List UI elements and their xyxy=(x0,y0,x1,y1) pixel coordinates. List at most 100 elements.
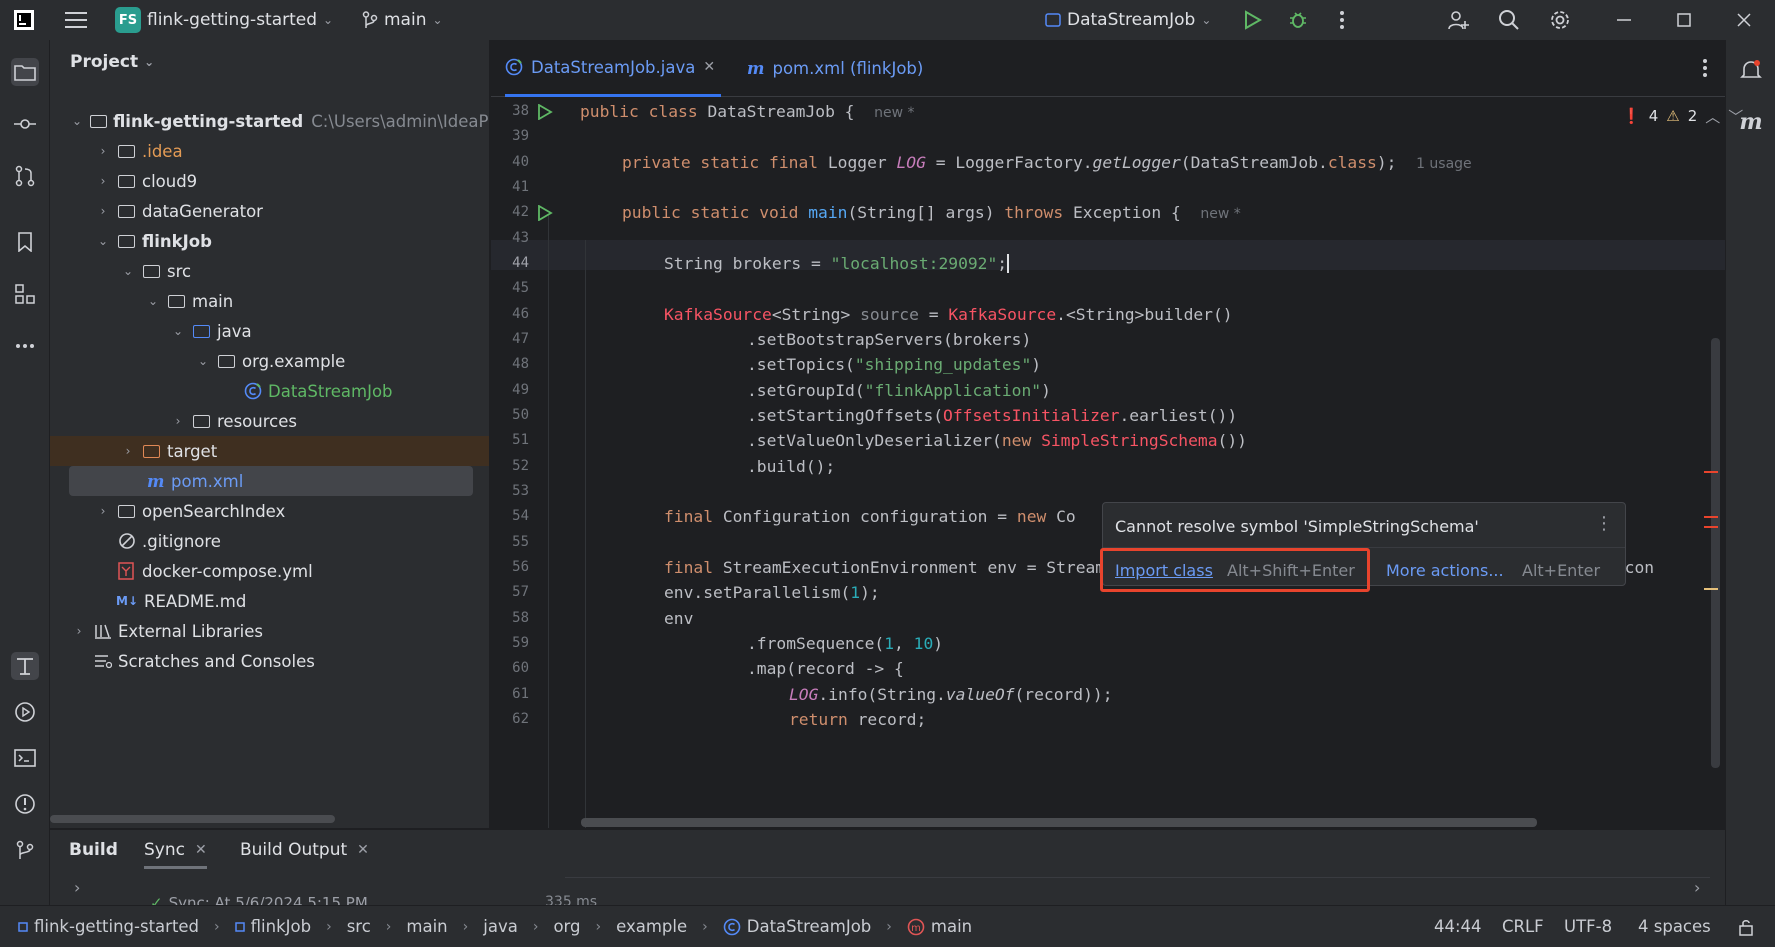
line-number: 47 xyxy=(512,331,529,347)
tabs-more-icon[interactable] xyxy=(1691,54,1719,82)
tab-pom-xml[interactable]: m pom.xml (flinkJob) xyxy=(747,40,923,97)
breadcrumb-item[interactable]: java xyxy=(483,917,518,936)
commit-tool-icon[interactable] xyxy=(11,110,39,138)
bookmarks-icon[interactable] xyxy=(11,228,39,256)
tree-item-org-example[interactable]: ⌄ org.example xyxy=(50,346,489,376)
file-encoding[interactable]: UTF-8 xyxy=(1564,917,1612,936)
close-tab-icon[interactable]: ✕ xyxy=(195,842,207,858)
code-line: LOG.info(String.valueOf(record)); xyxy=(789,685,1113,704)
run-icon[interactable] xyxy=(1239,6,1267,34)
breadcrumb-item[interactable]: src xyxy=(347,917,371,936)
line-number: 57 xyxy=(512,584,529,600)
more-actions-link[interactable]: More actions... xyxy=(1386,561,1504,580)
minimize-icon[interactable] xyxy=(1610,6,1638,34)
services-icon[interactable] xyxy=(11,698,39,726)
breadcrumb-item[interactable]: main xyxy=(406,917,447,936)
tree-item-resources[interactable]: › resources xyxy=(50,406,489,436)
run-config-selector[interactable]: DataStreamJob ⌄ xyxy=(1045,0,1211,40)
tree-item-label: org.example xyxy=(242,351,346,371)
notifications-bell-icon[interactable] xyxy=(1737,56,1765,84)
tree-item-main[interactable]: ⌄ main xyxy=(50,286,489,316)
problems-icon[interactable] xyxy=(11,790,39,818)
tab-build-output[interactable]: Build Output ✕ xyxy=(240,840,369,860)
chevron-down-icon[interactable]: ﹀ xyxy=(1728,106,1743,127)
line-number: 54 xyxy=(512,508,529,524)
close-tab-icon[interactable]: ✕ xyxy=(357,842,369,858)
tab-label: Sync xyxy=(144,840,185,860)
scratches-icon xyxy=(94,653,112,669)
chevron-right-icon[interactable]: › xyxy=(1694,878,1700,897)
sync-status-line[interactable]: ✓ Sync: At 5/6/2024 5:15 PM xyxy=(150,894,368,905)
tree-item-idea[interactable]: › .idea xyxy=(50,136,489,166)
breadcrumb-item[interactable]: m main xyxy=(907,917,972,936)
tree-item-datastreamjob[interactable]: DataStreamJob xyxy=(50,376,489,406)
code-line: .fromSequence(1, 10) xyxy=(747,634,944,653)
tree-item-docker-compose[interactable]: docker-compose.yml xyxy=(50,556,489,586)
tree-item-readme[interactable]: M↓ README.md xyxy=(50,586,489,616)
tree-item-src[interactable]: ⌄ src xyxy=(50,256,489,286)
tree-item-opensearchindex[interactable]: › openSearchIndex xyxy=(50,496,489,526)
more-vertical-icon[interactable] xyxy=(1328,6,1356,34)
chevron-up-icon[interactable]: ︿ xyxy=(1705,106,1720,127)
terminal-icon[interactable] xyxy=(11,744,39,772)
project-panel-header[interactable]: Project ⌄ xyxy=(70,52,154,72)
editor-horizontal-scrollbar[interactable] xyxy=(581,818,1537,827)
tree-item-external-libraries[interactable]: › External Libraries xyxy=(50,616,489,646)
pull-requests-icon[interactable] xyxy=(11,162,39,190)
main-menu-icon[interactable] xyxy=(62,6,90,34)
inspection-widget[interactable]: ❗ 4 ⚠ 2 ︿ ﹀ xyxy=(1622,98,1743,134)
code-line: return record; xyxy=(789,710,927,729)
breadcrumb-item[interactable]: org xyxy=(553,917,580,936)
run-gutter-icon[interactable] xyxy=(537,104,553,120)
import-class-link[interactable]: Import class xyxy=(1115,561,1213,580)
tree-item-gitignore[interactable]: .gitignore xyxy=(50,526,489,556)
folder-icon xyxy=(118,143,136,159)
git-tool-icon[interactable] xyxy=(11,836,39,864)
indent-setting[interactable]: 4 spaces xyxy=(1638,917,1711,936)
maximize-icon[interactable] xyxy=(1670,6,1698,34)
editor-vertical-scrollbar[interactable] xyxy=(1711,338,1720,768)
code-editor[interactable]: 38 39 40 41 42 43 44 45 46 47 48 49 50 5… xyxy=(491,98,1725,828)
intellij-logo-icon[interactable] xyxy=(10,6,38,34)
chevron-right-icon[interactable]: › xyxy=(74,878,80,897)
run-gutter-icon[interactable] xyxy=(537,205,553,221)
search-icon[interactable] xyxy=(1495,6,1523,34)
caret-position[interactable]: 44:44 xyxy=(1434,917,1482,936)
line-number: 43 xyxy=(512,230,529,246)
project-horizontal-scrollbar[interactable] xyxy=(50,815,335,823)
close-window-icon[interactable] xyxy=(1730,6,1758,34)
lock-icon[interactable] xyxy=(1738,918,1754,936)
tree-item-target[interactable]: › target xyxy=(50,436,489,466)
chevron-right-icon: › xyxy=(100,174,106,188)
tree-item-datagenerator[interactable]: › dataGenerator xyxy=(50,196,489,226)
breadcrumb-item[interactable]: example xyxy=(616,917,687,936)
tab-datastreamjob[interactable]: DataStreamJob.java ✕ xyxy=(505,40,722,97)
debug-icon[interactable] xyxy=(1284,6,1312,34)
more-tools-icon[interactable] xyxy=(11,332,39,360)
add-user-icon[interactable] xyxy=(1444,6,1472,34)
method-icon: m xyxy=(907,918,925,935)
breadcrumb-item[interactable]: flink-getting-started xyxy=(18,917,199,936)
title-bar: FS flink-getting-started ⌄ main ⌄ DataSt… xyxy=(0,0,1775,40)
tree-item-scratches[interactable]: Scratches and Consoles xyxy=(50,646,489,676)
tree-item-root[interactable]: ⌄ flink-getting-started C:\Users\admin\I… xyxy=(50,106,489,136)
code-line: String brokers = "localhost:29092"; xyxy=(664,254,1010,273)
tab-sync[interactable]: Sync ✕ xyxy=(144,840,207,869)
popup-options-icon[interactable]: ⋮ xyxy=(1595,513,1613,534)
code-line: env xyxy=(664,609,694,628)
project-tool-icon[interactable] xyxy=(11,58,39,86)
tree-item-cloud9[interactable]: › cloud9 xyxy=(50,166,489,196)
tab-build[interactable]: Build xyxy=(69,840,118,860)
tree-item-flinkjob[interactable]: ⌄ flinkJob xyxy=(50,226,489,256)
settings-gear-icon[interactable] xyxy=(1546,6,1574,34)
tree-item-pom-xml[interactable]: m pom.xml xyxy=(69,466,473,496)
tree-item-java[interactable]: ⌄ java xyxy=(50,316,489,346)
breadcrumb-item[interactable]: flinkJob xyxy=(234,917,311,936)
close-tab-icon[interactable]: ✕ xyxy=(703,59,715,75)
structure-icon[interactable] xyxy=(11,280,39,308)
build-tool-icon[interactable] xyxy=(11,652,39,680)
line-separator[interactable]: CRLF xyxy=(1502,917,1544,936)
branch-selector[interactable]: main ⌄ xyxy=(362,0,443,40)
project-selector[interactable]: FS flink-getting-started ⌄ xyxy=(115,0,333,40)
breadcrumb-item[interactable]: DataStreamJob xyxy=(723,917,871,936)
